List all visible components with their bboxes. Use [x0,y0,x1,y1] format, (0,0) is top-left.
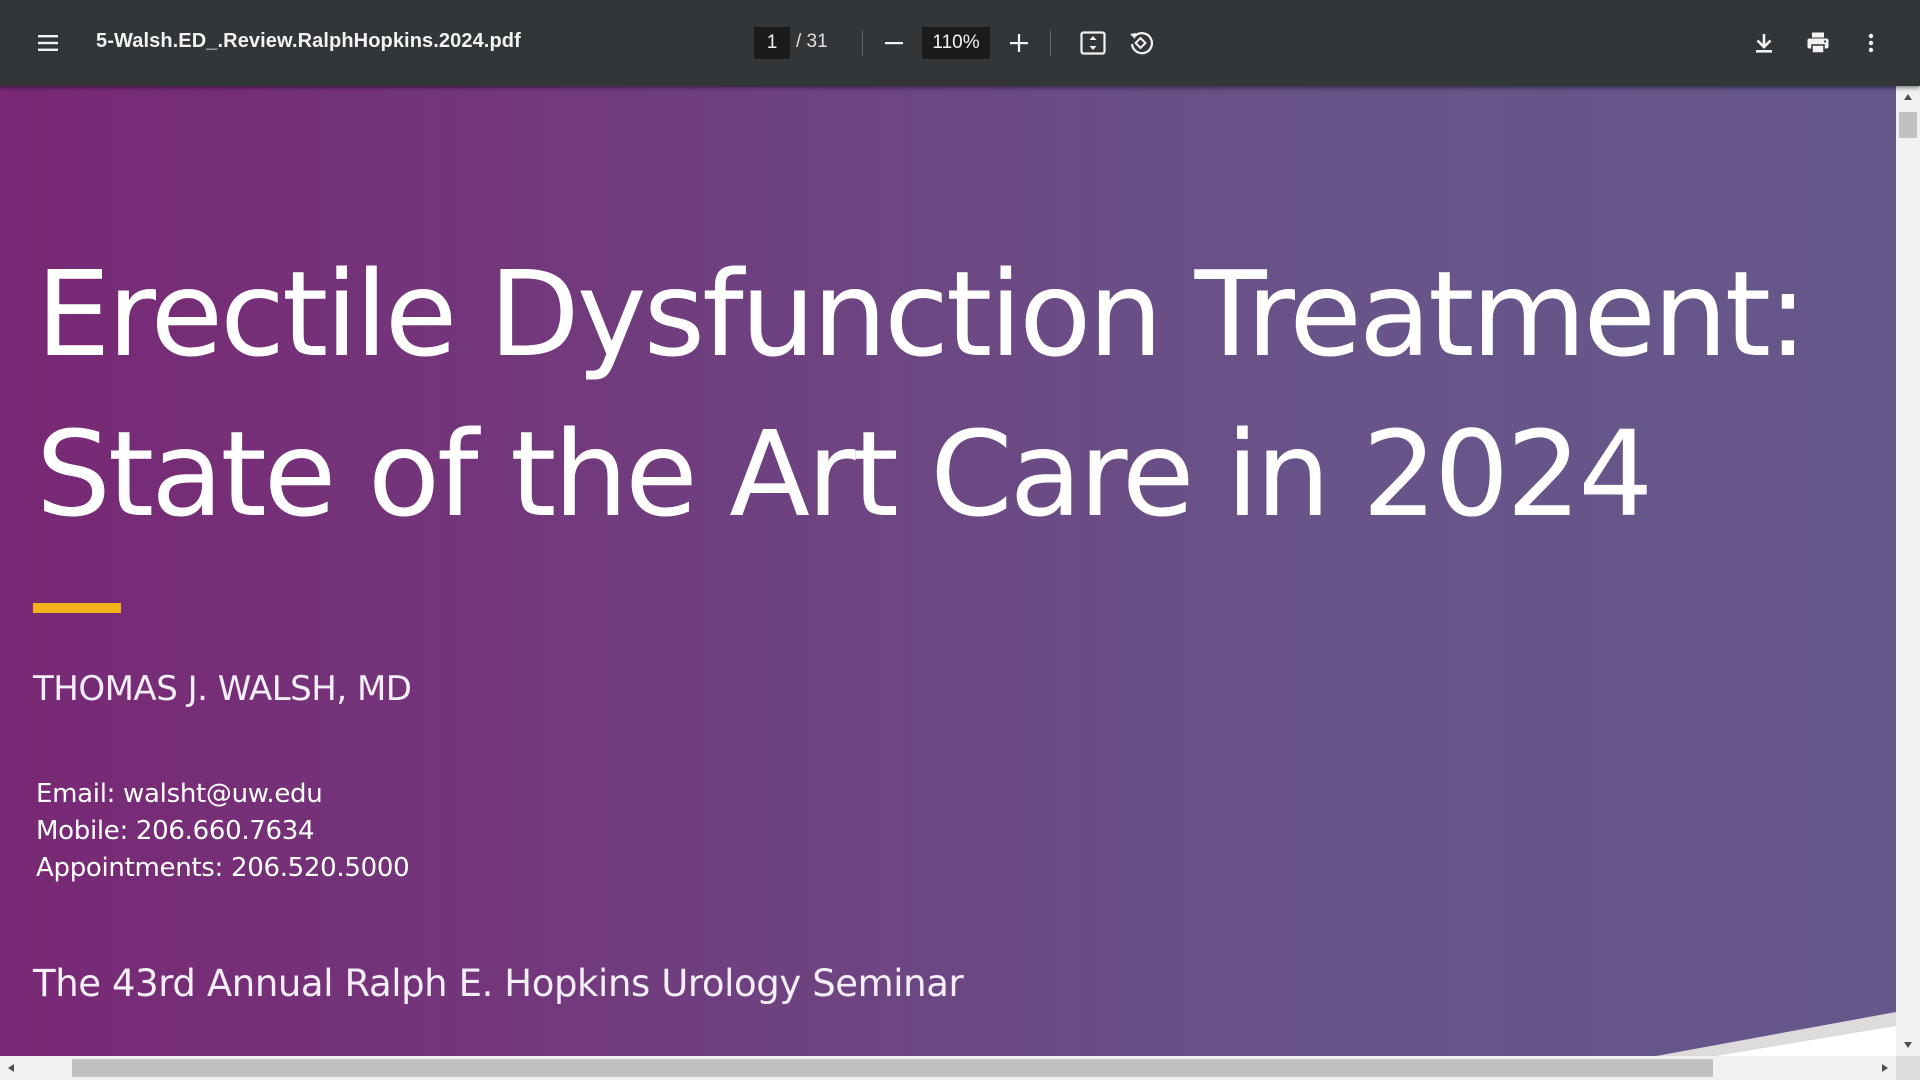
scroll-down-button[interactable] [1896,1034,1920,1056]
slide-title-line-2: State of the Art Care in 2024 [36,405,1653,543]
download-icon [1756,34,1772,53]
fit-to-page-icon [1080,31,1106,55]
zoom-in-button[interactable] [997,21,1041,65]
fit-to-page-button[interactable] [1071,21,1115,65]
arrow-right-icon [1882,1064,1888,1072]
page-count: / 31 [796,31,828,52]
pdf-page: Erectile Dysfunction Treatment: State of… [0,86,1896,1056]
pdf-viewer[interactable]: Erectile Dysfunction Treatment: State of… [0,86,1896,1056]
scrollbar-corner [1896,1056,1920,1080]
toolbar-divider [862,30,863,56]
page-number-input[interactable]: 1 [754,27,790,59]
arrow-down-icon [1904,1042,1912,1048]
rotate-button[interactable] [1119,21,1163,65]
scroll-left-button[interactable] [0,1056,22,1080]
contact-appointments: Appointments: 206.520.5000 [36,853,410,883]
horizontal-scroll-thumb[interactable] [72,1059,1713,1077]
slide-title: Erectile Dysfunction Treatment: State of… [36,234,1896,554]
zoom-level-input[interactable]: 110% [922,27,990,59]
arrow-up-icon [1904,94,1912,100]
arrow-left-icon [8,1064,14,1072]
more-vertical-icon [1868,33,1874,53]
download-button[interactable] [1742,21,1786,65]
accent-bar [33,603,121,613]
contact-info: Email: walsht@uw.edu Mobile: 206.660.763… [36,776,410,887]
pdf-toolbar: 5-Walsh.ED_.Review.RalphHopkins.2024.pdf… [0,0,1920,86]
vertical-scrollbar[interactable] [1896,86,1920,1056]
vertical-scroll-thumb[interactable] [1899,112,1917,138]
contact-mobile: Mobile: 206.660.7634 [36,816,315,846]
menu-button[interactable] [26,21,70,65]
zoom-out-button[interactable] [872,21,916,65]
minus-icon [885,42,903,45]
print-icon [1807,32,1829,54]
toolbar-divider [1050,30,1051,56]
seminar-name: The 43rd Annual Ralph E. Hopkins Urology… [33,962,964,1005]
menu-icon [38,35,58,51]
decorative-corner-shape [1656,1012,1896,1056]
plus-icon [1010,34,1028,52]
horizontal-scrollbar[interactable] [0,1056,1896,1080]
rotate-counterclockwise-icon [1130,32,1154,55]
scroll-up-button[interactable] [1896,86,1920,108]
contact-email: Email: walsht@uw.edu [36,779,323,809]
print-button[interactable] [1796,21,1840,65]
scroll-right-button[interactable] [1874,1056,1896,1080]
slide-title-line-1: Erectile Dysfunction Treatment: [36,245,1808,383]
document-title: 5-Walsh.ED_.Review.RalphHopkins.2024.pdf [96,30,521,52]
more-actions-button[interactable] [1849,21,1893,65]
author-name: THOMAS J. WALSH, MD [33,669,412,709]
